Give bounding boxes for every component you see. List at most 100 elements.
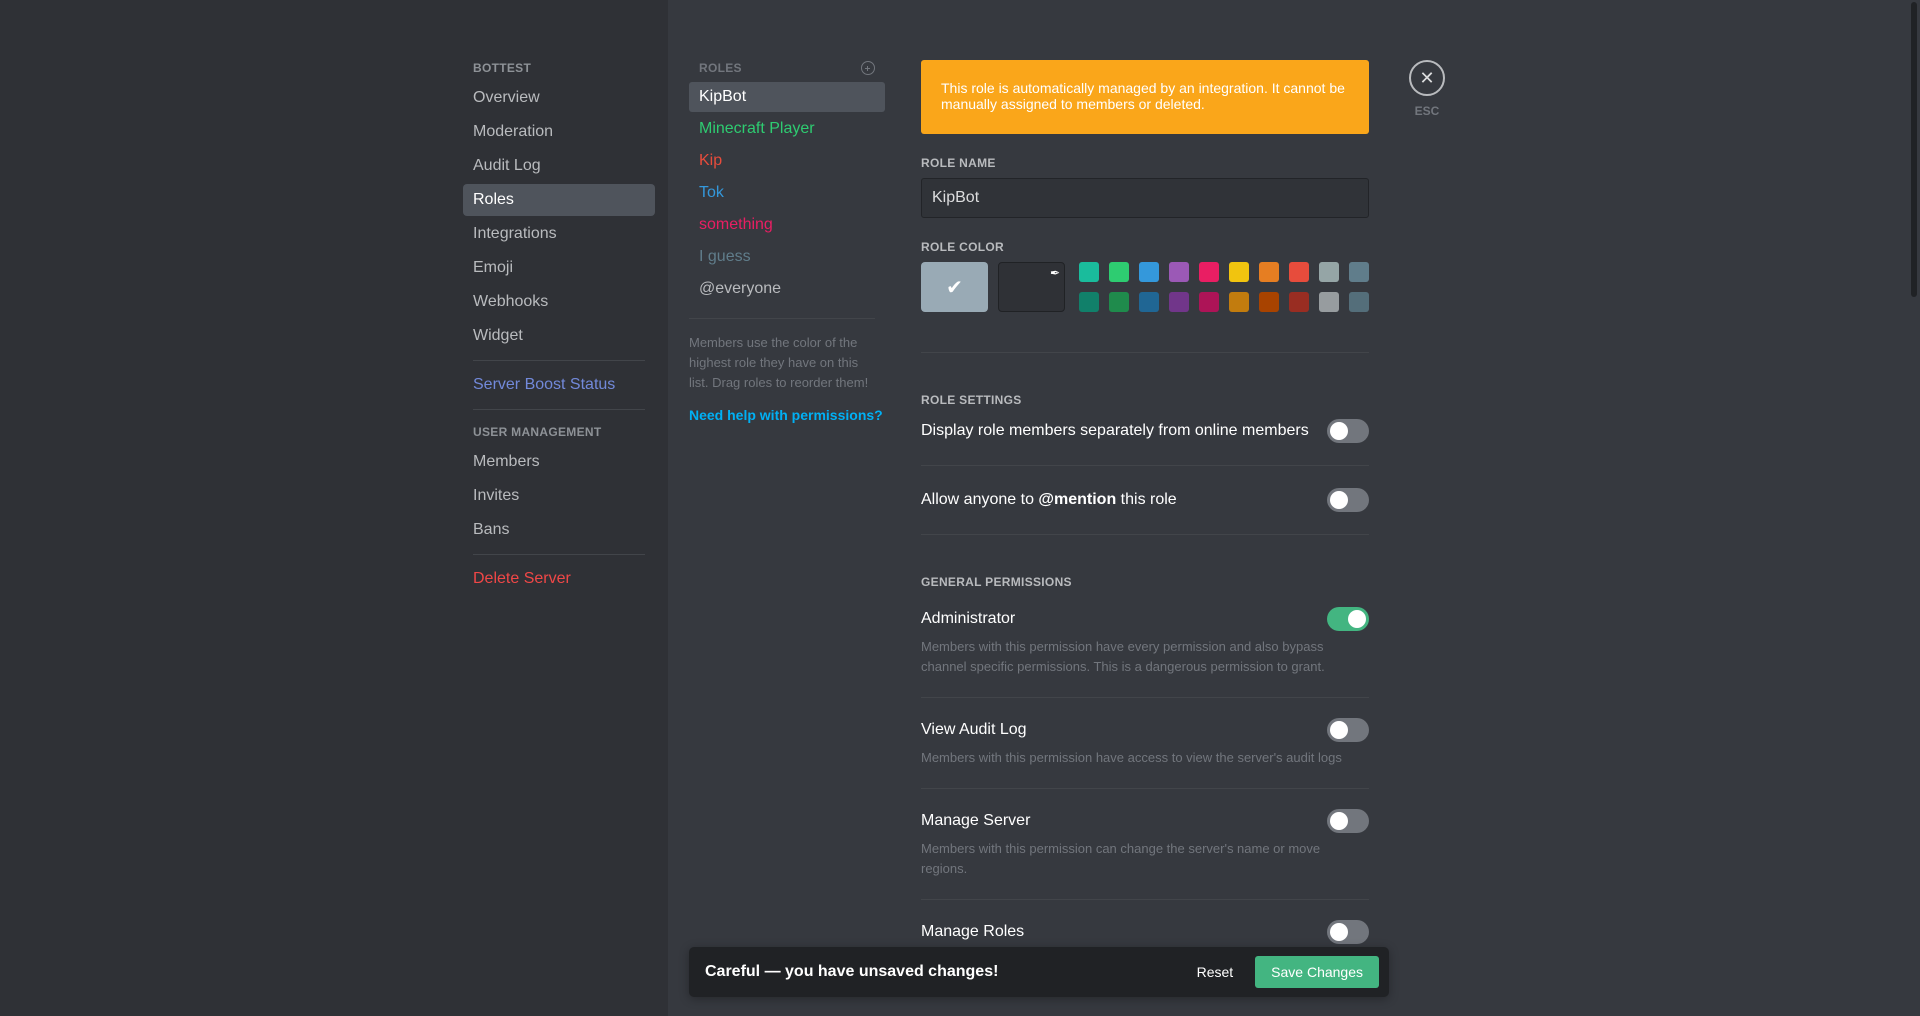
permission-description: Members with this permission have access… [921,750,1342,765]
server-name-header: BOTTEST [473,61,532,75]
sidebar-item-server-boost-status[interactable]: Server Boost Status [463,369,655,401]
mentionable-toggle[interactable] [1327,488,1369,512]
general-permissions-title: GENERAL PERMISSIONS [921,575,1072,589]
eyedropper-icon: ✒ [1049,266,1060,280]
color-swatch[interactable] [1169,292,1189,312]
color-swatch[interactable] [1139,262,1159,282]
roles-header: ROLES [689,60,885,76]
permission-row: Manage Roles [921,920,1369,944]
color-swatch[interactable] [1199,262,1219,282]
check-icon: ✔ [946,276,963,299]
sidebar-nav: BOTTEST Overview Moderation Audit Log Ro… [463,60,655,597]
color-swatch[interactable] [1109,262,1129,282]
custom-color-swatch[interactable]: ✒ [997,262,1065,312]
color-swatch[interactable] [1289,292,1309,312]
permission-name: Manage Server [921,812,1031,829]
role-name-title: ROLE NAME [921,156,996,170]
color-swatch[interactable] [1079,292,1099,312]
toggle-knob [1330,422,1348,440]
setting-divider [921,465,1369,466]
color-swatch[interactable] [1139,292,1159,312]
toggle-knob [1330,721,1348,739]
color-swatch[interactable] [1229,292,1249,312]
role-item-minecraft-player[interactable]: Minecraft Player [689,114,885,144]
sidebar-item-bans[interactable]: Bans [463,514,655,546]
default-color-swatch[interactable]: ✔ [921,262,988,312]
sidebar-item-moderation[interactable]: Moderation [463,116,655,148]
roles-list-column: ROLES KipBot Minecraft Player Kip Tok so… [689,60,885,423]
role-item-i-guess[interactable]: I guess [689,242,885,272]
permission-divider [921,788,1369,789]
save-changes-button[interactable]: Save Changes [1255,956,1379,988]
role-item-kip[interactable]: Kip [689,146,885,176]
permission-administrator: Administrator Members with this permissi… [921,607,1369,677]
display-separately-label: Display role members separately from onl… [921,422,1309,439]
close-settings: ✕ ESC [1409,60,1445,118]
role-color-title: ROLE COLOR [921,240,1004,254]
sidebar-divider [473,554,645,555]
sidebar-item-delete-server[interactable]: Delete Server [463,563,655,595]
role-item-everyone[interactable]: @everyone [689,274,885,304]
section-divider [921,352,1369,353]
manage-server-toggle[interactable] [1327,809,1369,833]
sidebar-item-invites[interactable]: Invites [463,480,655,512]
role-item-something[interactable]: something [689,210,885,240]
role-list: KipBot Minecraft Player Kip Tok somethin… [689,82,885,304]
permission-divider [921,697,1369,698]
add-role-icon[interactable] [861,61,875,75]
permission-manage-server: Manage Server Members with this permissi… [921,809,1369,879]
permission-description: Members with this permission can change … [921,841,1321,876]
mentionable-label-post: this role [1116,491,1177,508]
display-separately-toggle[interactable] [1327,419,1369,443]
sidebar-item-webhooks[interactable]: Webhooks [463,286,655,318]
permission-description: Members with this permission have every … [921,639,1325,674]
sidebar-item-integrations[interactable]: Integrations [463,218,655,250]
sidebar-item-overview[interactable]: Overview [463,82,655,114]
color-swatch[interactable] [1169,262,1189,282]
color-swatch[interactable] [1109,292,1129,312]
close-button[interactable]: ✕ [1409,60,1445,96]
view-audit-log-toggle[interactable] [1327,718,1369,742]
toggle-knob [1330,812,1348,830]
managed-role-notice: This role is automatically managed by an… [921,60,1369,134]
role-settings-title: ROLE SETTINGS [921,393,1022,407]
role-edit-panel: This role is automatically managed by an… [921,60,1369,944]
scrollbar-thumb[interactable] [1911,2,1917,297]
unsaved-changes-bar: Careful — you have unsaved changes! Rese… [689,947,1389,997]
role-item-kipbot[interactable]: KipBot [689,82,885,112]
role-name-input[interactable] [921,178,1369,218]
close-icon: ✕ [1419,67,1435,88]
sidebar-item-widget[interactable]: Widget [463,320,655,352]
color-swatch[interactable] [1319,262,1339,282]
color-swatch[interactable] [1229,262,1249,282]
display-separately-setting: Display role members separately from onl… [921,417,1369,445]
reset-button[interactable]: Reset [1197,964,1234,980]
mentionable-label: Allow anyone to @mention this role [921,491,1177,509]
permissions-help-link[interactable]: Need help with permissions? [689,407,885,423]
color-swatch[interactable] [1259,292,1279,312]
color-swatch[interactable] [1349,292,1369,312]
color-swatch[interactable] [1289,262,1309,282]
administrator-toggle[interactable] [1327,607,1369,631]
color-swatch[interactable] [1319,292,1339,312]
color-swatch-grid [1079,262,1369,312]
permission-name: View Audit Log [921,721,1027,738]
sidebar-item-audit-log[interactable]: Audit Log [463,150,655,182]
mentionable-setting: Allow anyone to @mention this role [921,486,1369,514]
color-swatch[interactable] [1199,292,1219,312]
color-swatch[interactable] [1259,262,1279,282]
sidebar-divider [473,360,645,361]
sidebar-item-members[interactable]: Members [463,446,655,478]
manage-roles-toggle[interactable] [1327,920,1369,944]
sidebar-item-roles[interactable]: Roles [463,184,655,216]
user-management-header: USER MANAGEMENT [473,425,602,439]
permission-row: Manage Server [921,809,1369,833]
permission-name: Manage Roles [921,923,1025,940]
role-item-tok[interactable]: Tok [689,178,885,208]
role-color-picker: ✔ ✒ [921,262,1369,312]
toggle-knob [1348,610,1366,628]
sidebar-item-emoji[interactable]: Emoji [463,252,655,284]
color-swatch[interactable] [1349,262,1369,282]
color-swatch[interactable] [1079,262,1099,282]
permission-divider [921,899,1369,900]
